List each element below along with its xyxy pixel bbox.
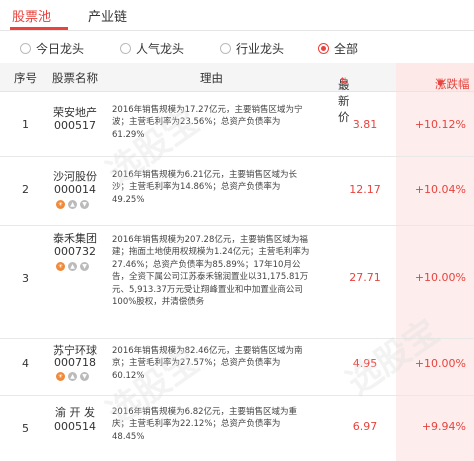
tab-stock-pool[interactable]: 股票池 <box>12 6 51 25</box>
hot-icon: ☀ <box>56 372 65 381</box>
radio-icon <box>220 43 231 54</box>
status-icon: ▲ <box>68 372 77 381</box>
stock-code: 000514 <box>54 420 96 433</box>
table-row[interactable]: 5 渝 开 发 000514 2016年销售规模为6.82亿元，主要销售区域为重… <box>0 396 474 461</box>
sort-icon: ⇅ <box>340 77 348 87</box>
change-pct: +10.00% <box>414 357 466 370</box>
row-index: 2 <box>22 183 29 196</box>
table-header: 序号 股票名称 理由 最新价 ⇅ 涨跌幅 ▼ <box>0 63 474 124</box>
row-index: 5 <box>22 422 29 435</box>
filter-today-leader[interactable]: 今日龙头 <box>20 40 84 57</box>
table-row[interactable]: 1 荣安地产 000517 2016年销售规模为17.27亿元，主要销售区域为宁… <box>0 92 474 157</box>
status-icon: ▲ <box>68 262 77 271</box>
latest-price: 27.71 <box>349 271 381 284</box>
stock-code: 000014 <box>54 183 96 196</box>
col-reason: 理由 <box>200 71 223 85</box>
radio-icon <box>20 43 31 54</box>
stock-name[interactable]: 渝 开 发 <box>50 404 100 420</box>
table-row[interactable]: 2 沙河股份 000014 ☀ ▲ ▼ 2016年销售规模为6.21亿元，主要销… <box>0 157 474 226</box>
col-change[interactable]: 涨跌幅 ▼ <box>396 63 474 91</box>
stock-code: 000517 <box>54 119 96 132</box>
tab-industry-chain[interactable]: 产业链 <box>88 6 127 25</box>
status-icon: ▲ <box>68 200 77 209</box>
hot-icon: ☀ <box>56 262 65 271</box>
badge-group: ☀ ▲ ▼ <box>56 372 89 381</box>
latest-price: 12.17 <box>349 183 381 196</box>
badge-group: ☀ ▲ ▼ <box>56 200 89 209</box>
active-tab-indicator <box>10 27 68 30</box>
reason-text: 2016年销售规模为17.27亿元，主要销售区域为宁波；主营毛利率为23.56%… <box>112 105 303 140</box>
latest-price: 4.95 <box>352 357 378 370</box>
filter-label: 行业龙头 <box>236 42 285 56</box>
stock-name[interactable]: 沙河股份 <box>50 168 100 184</box>
change-pct: +9.94% <box>421 420 466 433</box>
stock-code: 000718 <box>54 356 96 369</box>
reason-text: 2016年销售规模为207.28亿元，主要销售区域为福建；拖面土地使用权规模为1… <box>112 235 310 308</box>
filter-label: 全部 <box>334 42 359 56</box>
row-index: 1 <box>22 118 29 131</box>
change-pct: +10.04% <box>414 183 466 196</box>
status-icon: ▼ <box>80 200 89 209</box>
reason-text: 2016年销售规模为6.21亿元，主要销售区域为长沙；主营毛利率为14.86%；… <box>112 170 298 205</box>
status-icon: ▼ <box>80 372 89 381</box>
row-index: 4 <box>22 357 29 370</box>
latest-price: 3.81 <box>352 118 378 131</box>
filter-label: 今日龙头 <box>36 42 85 56</box>
badge-group: ☀ ▲ ▼ <box>56 262 89 271</box>
radio-icon <box>120 43 131 54</box>
tab-bar: 股票池 产业链 <box>0 0 474 31</box>
col-idx: 序号 <box>14 71 37 85</box>
radio-selected-icon <box>318 43 329 54</box>
change-pct: +10.00% <box>414 271 466 284</box>
table-row[interactable]: 3 泰禾集团 000732 ☀ ▲ ▼ 2016年销售规模为207.28亿元，主… <box>0 226 474 339</box>
status-icon: ▼ <box>80 262 89 271</box>
stock-name[interactable]: 荣安地产 <box>50 104 100 120</box>
hot-icon: ☀ <box>56 200 65 209</box>
reason-text: 2016年销售规模为82.46亿元，主要销售区域为南京；主营毛利率为27.57%… <box>112 346 303 381</box>
reason-text: 2016年销售规模为6.82亿元，主要销售区域为重庆；主营毛利率为22.12%；… <box>112 407 298 442</box>
filter-all[interactable]: 全部 <box>318 40 358 57</box>
row-index: 3 <box>22 272 29 285</box>
latest-price: 6.97 <box>352 420 378 433</box>
filter-bar: 今日龙头 人气龙头 行业龙头 全部 <box>0 31 474 64</box>
filter-popular-leader[interactable]: 人气龙头 <box>120 40 184 57</box>
change-pct: +10.12% <box>414 118 466 131</box>
filter-industry-leader[interactable]: 行业龙头 <box>220 40 284 57</box>
stock-name[interactable]: 泰禾集团 <box>50 230 100 246</box>
col-name: 股票名称 <box>52 71 98 85</box>
table-row[interactable]: 4 苏宁环球 000718 ☀ ▲ ▼ 2016年销售规模为82.46亿元，主要… <box>0 339 474 396</box>
stock-code: 000732 <box>54 245 96 258</box>
filter-label: 人气龙头 <box>136 42 185 56</box>
